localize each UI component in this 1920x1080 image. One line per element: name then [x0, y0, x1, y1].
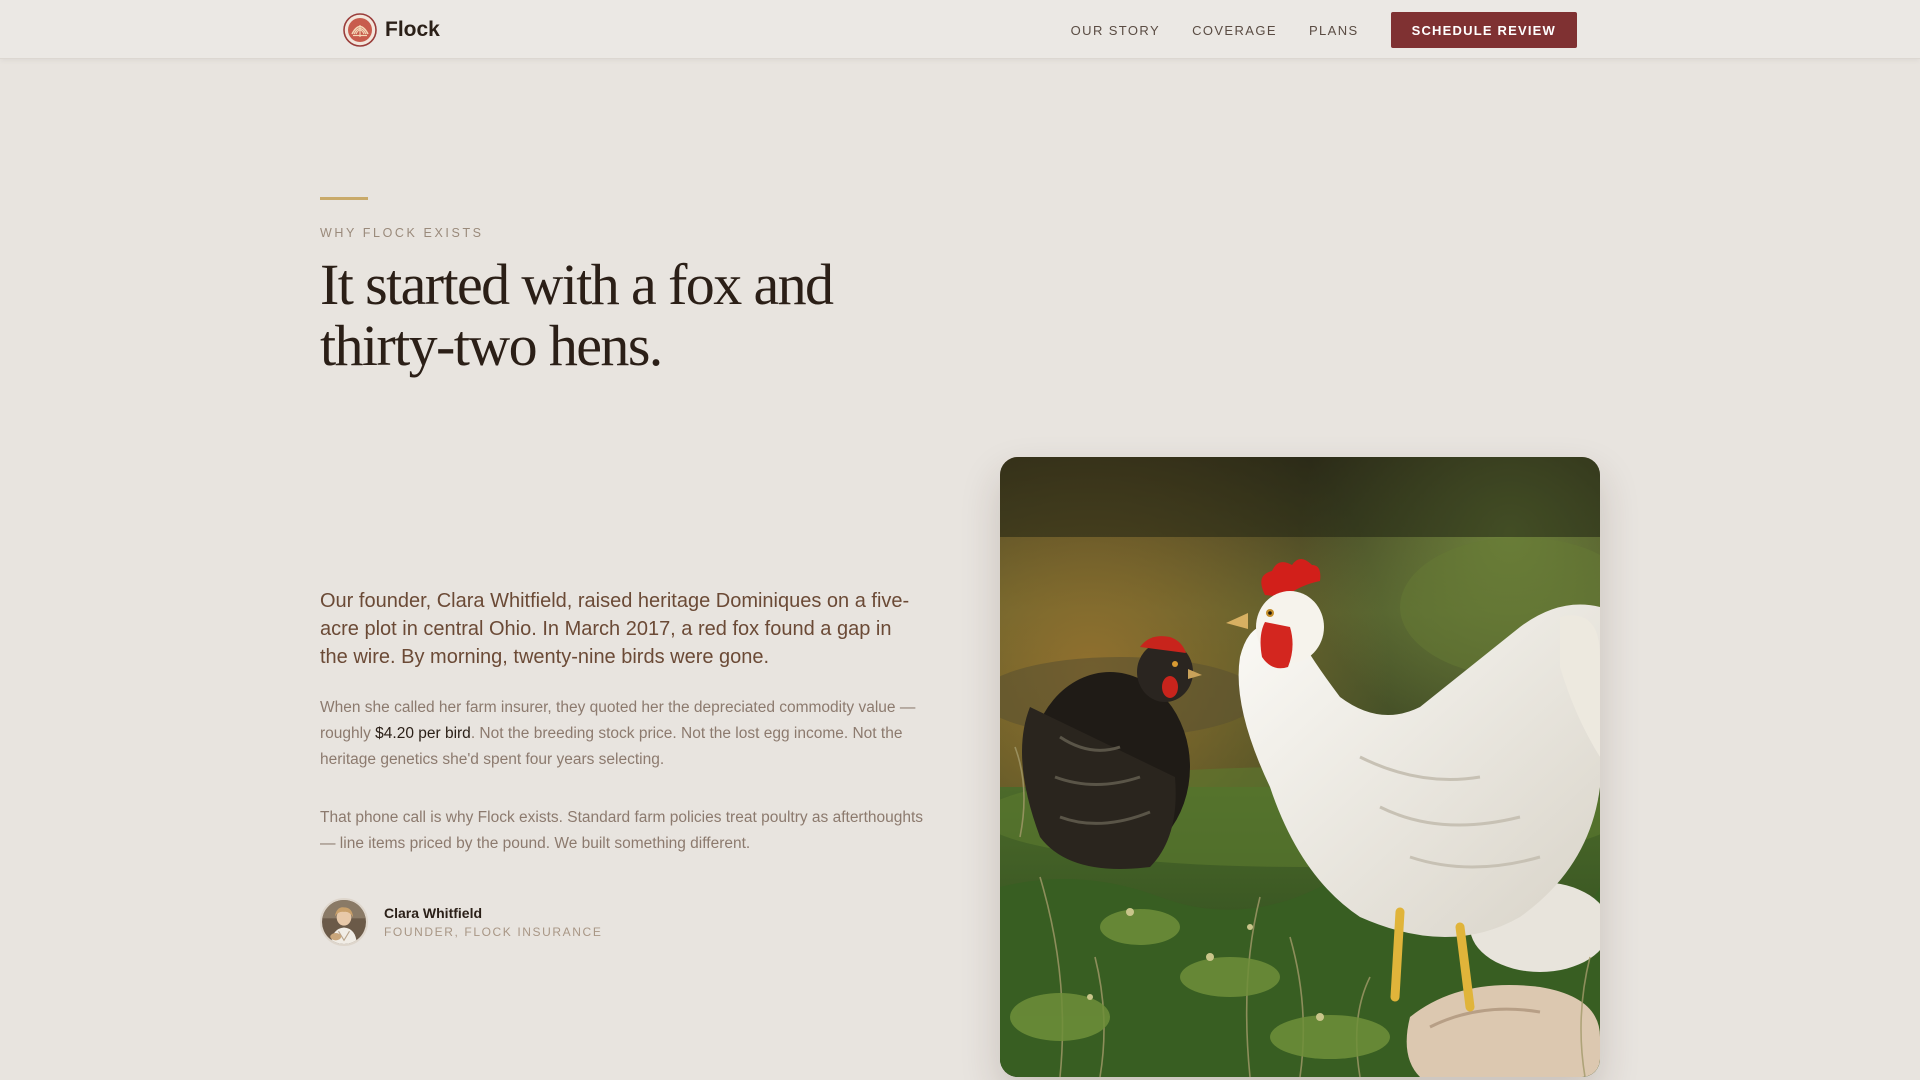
price-emphasis: $4.20 per bird: [375, 725, 471, 742]
nav-link-our-story[interactable]: OUR STORY: [1071, 23, 1160, 38]
brand-logo-link[interactable]: Flock: [343, 13, 440, 47]
founder-name: Clara Whitfield: [384, 905, 483, 921]
founder-avatar: [320, 898, 368, 946]
nav-link-plans[interactable]: PLANS: [1309, 23, 1359, 38]
story-paragraph-1: When she called her farm insurer, they q…: [320, 695, 925, 773]
page-headline: It started with a fox and thirty-two hen…: [320, 254, 940, 376]
headline-line-2: thirty-two hens.: [320, 313, 663, 378]
founder-signature: Clara Whitfield FOUNDER, FLOCK INSURANCE: [320, 898, 602, 946]
story-paragraph-2: That phone call is why Flock exists. Sta…: [320, 809, 924, 852]
nav-link-coverage[interactable]: COVERAGE: [1192, 23, 1277, 38]
founder-role: FOUNDER, FLOCK INSURANCE: [384, 925, 603, 939]
flock-logo-icon: [343, 13, 377, 47]
lead-paragraph: Our founder, Clara Whitfield, raised her…: [320, 590, 910, 668]
schedule-review-button[interactable]: SCHEDULE REVIEW: [1390, 12, 1577, 48]
hens-photo-illustration: [1000, 457, 1600, 1077]
founder-details: Clara Whitfield FOUNDER, FLOCK INSURANCE: [384, 905, 602, 939]
hens-photo: [1000, 457, 1600, 1077]
eyebrow-label: WHY FLOCK EXISTS: [320, 226, 484, 240]
brand-name: Flock: [385, 18, 440, 41]
top-nav-bar: Flock OUR STORY COVERAGE PLANS SCHEDULE …: [0, 0, 1920, 59]
gold-accent-rule: [320, 197, 368, 200]
main-nav: OUR STORY COVERAGE PLANS SCHEDULE REVIEW: [1071, 12, 1577, 48]
headline-line-1: It started with a fox and: [320, 252, 834, 317]
